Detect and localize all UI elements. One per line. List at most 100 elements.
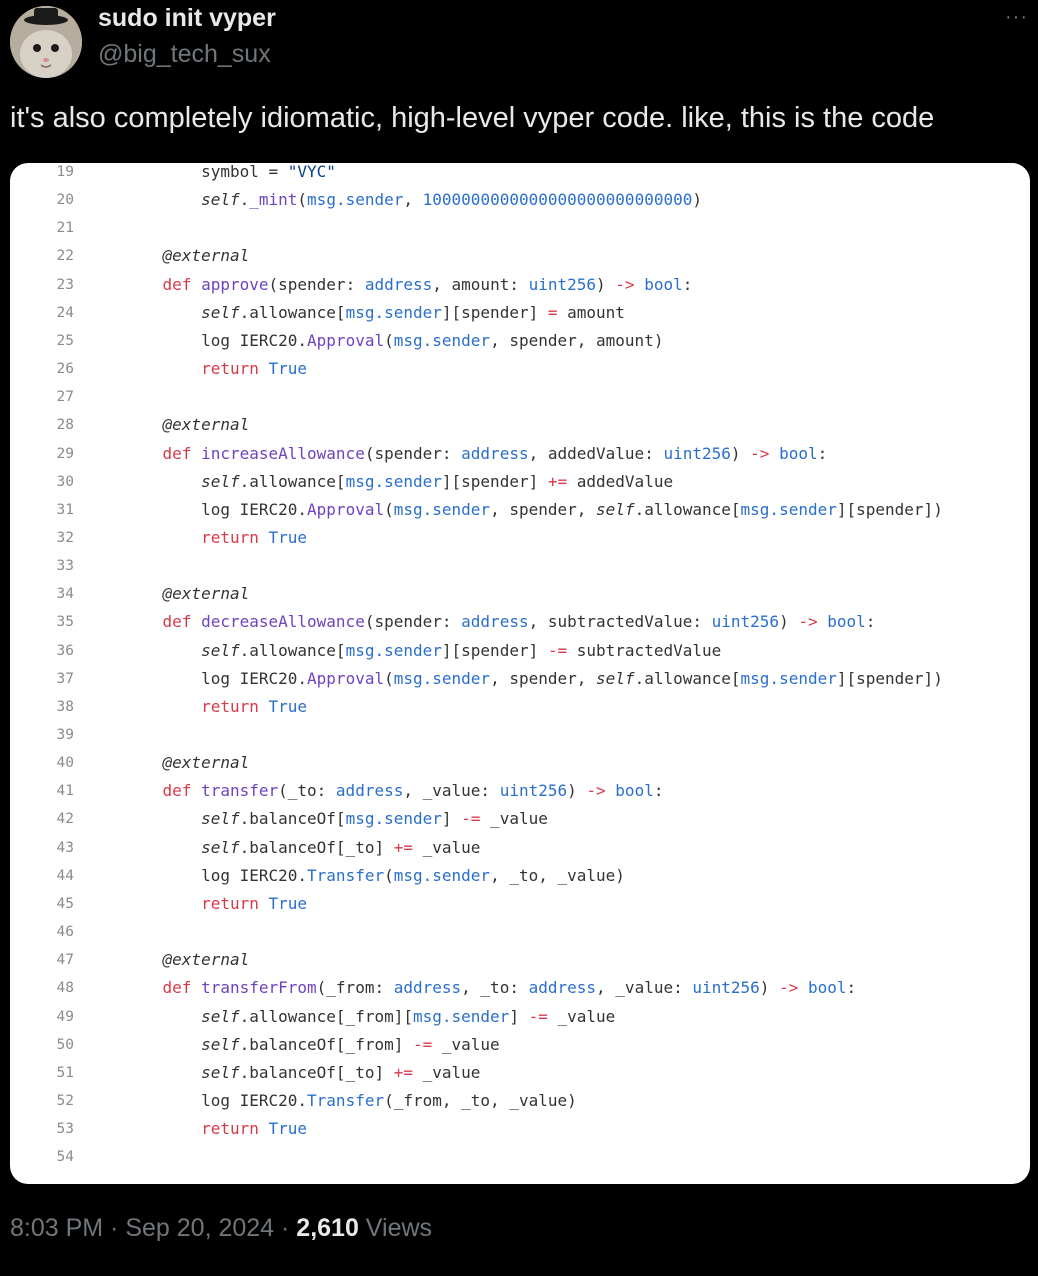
code-token: log IERC20.	[201, 865, 308, 885]
code-token: "VYC"	[287, 163, 336, 181]
code-token: , _value:	[596, 978, 693, 998]
code-token: msg.sender	[393, 499, 491, 519]
line-source: def increaseAllowance(spender: address, …	[124, 440, 828, 468]
line-number: 40	[56, 755, 74, 772]
line-number: 29	[56, 445, 74, 462]
code-token: , spender,	[490, 499, 597, 519]
code-token: transferFrom	[201, 978, 317, 998]
cat-avatar-icon	[10, 6, 82, 78]
line-number: 42	[56, 811, 74, 828]
code-token: def	[162, 781, 202, 801]
code-token: :	[846, 978, 857, 998]
code-token: address	[461, 612, 529, 632]
code-token: uint256	[663, 443, 731, 463]
code-token: .allowance[	[634, 668, 741, 688]
code-token: uint256	[711, 612, 780, 632]
code-token: msg.sender	[345, 809, 442, 829]
line-number: 48	[56, 980, 74, 997]
code-token: msg.sender	[740, 668, 837, 688]
code-block: 19 symbol = "VYC" 20 self._mint(msg.sende…	[10, 163, 1030, 1184]
code-token: uint256	[499, 781, 568, 801]
code-token: .	[239, 190, 250, 210]
line-source: log IERC20.Approval(msg.sender, spender,…	[124, 665, 943, 693]
code-token: bool	[827, 612, 866, 632]
line-number: 34	[56, 586, 74, 603]
code-token: transfer	[201, 781, 279, 801]
views-count: 2,610	[296, 1214, 359, 1242]
code-token: self	[201, 837, 240, 857]
line-source: @external	[124, 749, 250, 777]
code-token: _value	[412, 837, 481, 857]
code-token: log IERC20.	[201, 668, 308, 688]
more-dots-icon[interactable]: ···	[1005, 6, 1028, 29]
code-token: +=	[393, 837, 413, 857]
code-token: _value	[412, 1062, 481, 1082]
code-token: (	[297, 190, 308, 210]
code-screenshot[interactable]: 19 symbol = "VYC" 20 self._mint(msg.sende…	[10, 163, 1030, 1184]
code-token: +=	[393, 1062, 413, 1082]
code-token: decreaseAllowance	[201, 612, 365, 632]
code-token: ][spender]	[441, 640, 548, 660]
code-token: address	[335, 781, 404, 801]
code-token: return	[201, 1119, 269, 1139]
line-source: return True	[124, 524, 307, 552]
code-token: ][spender]	[441, 302, 548, 322]
code-token: approve	[201, 274, 269, 294]
tweet-text: it's also completely idiomatic, high-lev…	[10, 102, 935, 134]
code-token: return	[201, 359, 269, 379]
code-token: msg.sender	[740, 499, 837, 519]
line-source: def transfer(_to: address, _value: uint2…	[124, 777, 664, 805]
code-token: .balanceOf[_to]	[239, 837, 394, 857]
code-token: def	[162, 274, 202, 294]
code-token: Approval	[307, 330, 385, 350]
code-token: True	[268, 696, 308, 716]
tweet-time[interactable]: 8:03 PM	[10, 1214, 103, 1242]
code-token: (	[384, 330, 394, 350]
code-token: -=	[461, 809, 481, 829]
line-source: self.balanceOf[_from] -= _value	[124, 1031, 500, 1059]
line-number: 32	[56, 529, 74, 546]
code-token: )	[779, 612, 799, 632]
code-token: ]	[441, 809, 462, 829]
code-token: .allowance[	[239, 640, 346, 660]
line-number: 37	[56, 670, 74, 687]
code-token: ->	[798, 612, 818, 632]
code-token: 1000000000000000000000000000	[422, 190, 693, 210]
code-token: bool	[807, 978, 847, 998]
line-source: log IERC20.Transfer(_from, _to, _value)	[124, 1087, 577, 1115]
line-number: 20	[56, 192, 74, 209]
code-token: self	[201, 1006, 240, 1026]
code-token: def	[162, 443, 202, 463]
line-number: 38	[56, 698, 74, 715]
author-handle[interactable]: @big_tech_sux	[98, 40, 271, 69]
line-number: 33	[56, 558, 74, 575]
line-number: 23	[56, 276, 74, 293]
code-token: msg.sender	[345, 640, 442, 660]
author-display-name[interactable]: sudo init vyper	[98, 4, 276, 33]
code-token: ][spender]	[441, 471, 548, 491]
code-token: address	[528, 978, 597, 998]
line-source: self.balanceOf[_to] += _value	[124, 1059, 480, 1087]
code-token: ->	[779, 978, 799, 998]
code-token: , _to, _value)	[490, 865, 625, 885]
avatar[interactable]	[10, 6, 82, 78]
line-source: @external	[124, 580, 250, 608]
code-token: @external	[162, 753, 250, 773]
tweet-date[interactable]: Sep 20, 2024	[125, 1214, 274, 1242]
code-token: _value	[480, 809, 548, 829]
code-token: .balanceOf[_from]	[239, 1034, 413, 1054]
